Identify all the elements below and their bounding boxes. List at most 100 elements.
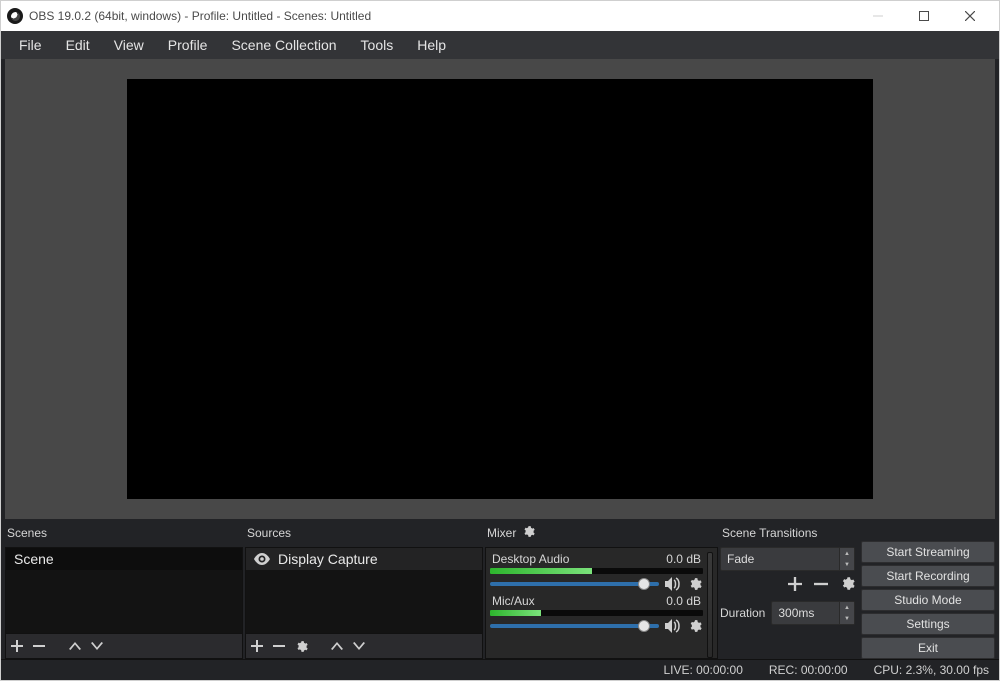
gear-icon <box>688 577 702 591</box>
studio-mode-button[interactable]: Studio Mode <box>861 589 995 611</box>
window-title: OBS 19.0.2 (64bit, windows) - Profile: U… <box>29 9 855 23</box>
visibility-toggle[interactable] <box>254 553 270 565</box>
chevron-down-icon <box>353 642 365 650</box>
menubar: File Edit View Profile Scene Collection … <box>1 31 999 59</box>
mixer-level-meter <box>490 568 703 574</box>
transition-toolbar <box>720 575 855 597</box>
start-recording-button[interactable]: Start Recording <box>861 565 995 587</box>
scene-move-down-button[interactable] <box>90 642 104 650</box>
minimize-icon <box>873 11 883 21</box>
mixer-channel-name: Mic/Aux <box>492 594 535 608</box>
mixer-mute-button[interactable] <box>665 577 681 591</box>
mixer-volume-input[interactable] <box>490 582 659 586</box>
mixer-mute-button[interactable] <box>665 619 681 633</box>
gear-icon <box>522 525 535 538</box>
mixer-scrollbar[interactable] <box>707 552 713 658</box>
mixer-settings-button[interactable] <box>522 525 535 541</box>
menu-scene-collection[interactable]: Scene Collection <box>219 33 348 57</box>
mixer-header-label: Mixer <box>487 526 516 540</box>
mixer-volume-input[interactable] <box>490 624 659 628</box>
mixer-volume-slider[interactable] <box>490 576 659 592</box>
chevron-up-icon <box>69 642 81 650</box>
mixer-channel-settings-button[interactable] <box>687 619 703 633</box>
mixer-channel-settings-button[interactable] <box>687 577 703 591</box>
source-item[interactable]: Display Capture <box>246 548 482 570</box>
source-move-up-button[interactable] <box>330 642 344 650</box>
transition-duration-label: Duration <box>720 606 765 620</box>
source-move-down-button[interactable] <box>352 642 366 650</box>
scenes-panel: Scenes Scene <box>5 519 243 659</box>
menu-tools[interactable]: Tools <box>349 33 406 57</box>
mixer-level-fill <box>490 568 592 574</box>
settings-button[interactable]: Settings <box>861 613 995 635</box>
chevron-down-icon <box>91 642 103 650</box>
transition-duration-input[interactable]: 300ms ▲▼ <box>771 601 855 625</box>
transition-duration-value: 300ms <box>778 606 814 620</box>
chevron-up-icon <box>331 642 343 650</box>
transition-duration-spinner[interactable]: ▲▼ <box>839 602 854 624</box>
minimize-button[interactable] <box>855 1 901 31</box>
transition-select[interactable]: Fade ▲▼ <box>720 547 855 571</box>
gear-icon <box>295 640 308 653</box>
transition-select-spinner[interactable]: ▲▼ <box>839 548 854 570</box>
mixer-panel: Mixer Desktop Audio 0.0 dB <box>485 519 718 659</box>
exit-button[interactable]: Exit <box>861 637 995 659</box>
right-panel: Scene Transitions Fade ▲▼ <box>720 519 995 659</box>
transition-properties-button[interactable] <box>840 576 855 596</box>
sources-panel: Sources Display Capture <box>245 519 483 659</box>
close-button[interactable] <box>947 1 993 31</box>
menu-profile[interactable]: Profile <box>156 33 220 57</box>
plus-icon <box>251 640 263 652</box>
close-icon <box>965 11 975 21</box>
source-add-button[interactable] <box>250 640 264 652</box>
mixer-body: Desktop Audio 0.0 dB <box>485 547 718 659</box>
sources-list[interactable]: Display Capture <box>245 547 483 634</box>
mixer-channel-db: 0.0 dB <box>666 552 701 566</box>
panels-row: Scenes Scene <box>3 519 997 659</box>
status-live: LIVE: 00:00:00 <box>663 663 742 677</box>
scene-item[interactable]: Scene <box>6 548 242 570</box>
mixer-channel: Desktop Audio 0.0 dB <box>490 552 703 592</box>
status-cpu: CPU: 2.3%, 30.00 fps <box>874 663 989 677</box>
main-area: Scenes Scene <box>1 59 999 659</box>
source-remove-button[interactable] <box>272 640 286 652</box>
mixer-channel-db: 0.0 dB <box>666 594 701 608</box>
app-window: OBS 19.0.2 (64bit, windows) - Profile: U… <box>0 0 1000 681</box>
scenes-header: Scenes <box>5 519 243 547</box>
sources-toolbar <box>245 634 483 659</box>
eye-icon <box>254 553 270 565</box>
transition-duration-row: Duration 300ms ▲▼ <box>720 601 855 625</box>
mixer-level-fill <box>490 610 541 616</box>
mixer-channel: Mic/Aux 0.0 dB <box>490 594 703 634</box>
gear-icon <box>840 576 855 591</box>
plus-icon <box>11 640 23 652</box>
source-properties-button[interactable] <box>294 640 308 653</box>
scenes-list[interactable]: Scene <box>5 547 243 634</box>
menu-edit[interactable]: Edit <box>54 33 102 57</box>
speaker-icon <box>665 619 681 633</box>
scene-add-button[interactable] <box>10 640 24 652</box>
sources-header: Sources <box>245 519 483 547</box>
start-streaming-button[interactable]: Start Streaming <box>861 541 995 563</box>
scene-transitions-header: Scene Transitions <box>720 519 855 547</box>
menu-file[interactable]: File <box>7 33 54 57</box>
maximize-button[interactable] <box>901 1 947 31</box>
speaker-icon <box>665 577 681 591</box>
transition-select-value: Fade <box>727 552 754 566</box>
menu-view[interactable]: View <box>102 33 156 57</box>
gear-icon <box>688 619 702 633</box>
preview-canvas[interactable] <box>127 79 873 499</box>
preview-frame[interactable] <box>5 59 995 519</box>
control-actions: Start Streaming Start Recording Studio M… <box>861 541 995 659</box>
transition-add-button[interactable] <box>788 577 802 596</box>
minus-icon <box>33 640 45 652</box>
minus-icon <box>814 577 828 591</box>
mixer-level-meter <box>490 610 703 616</box>
transition-remove-button[interactable] <box>814 577 828 596</box>
mixer-volume-slider[interactable] <box>490 618 659 634</box>
scene-remove-button[interactable] <box>32 640 46 652</box>
scene-move-up-button[interactable] <box>68 642 82 650</box>
mixer-header: Mixer <box>485 519 718 547</box>
menu-help[interactable]: Help <box>405 33 458 57</box>
status-bar: LIVE: 00:00:00 REC: 00:00:00 CPU: 2.3%, … <box>1 659 999 680</box>
